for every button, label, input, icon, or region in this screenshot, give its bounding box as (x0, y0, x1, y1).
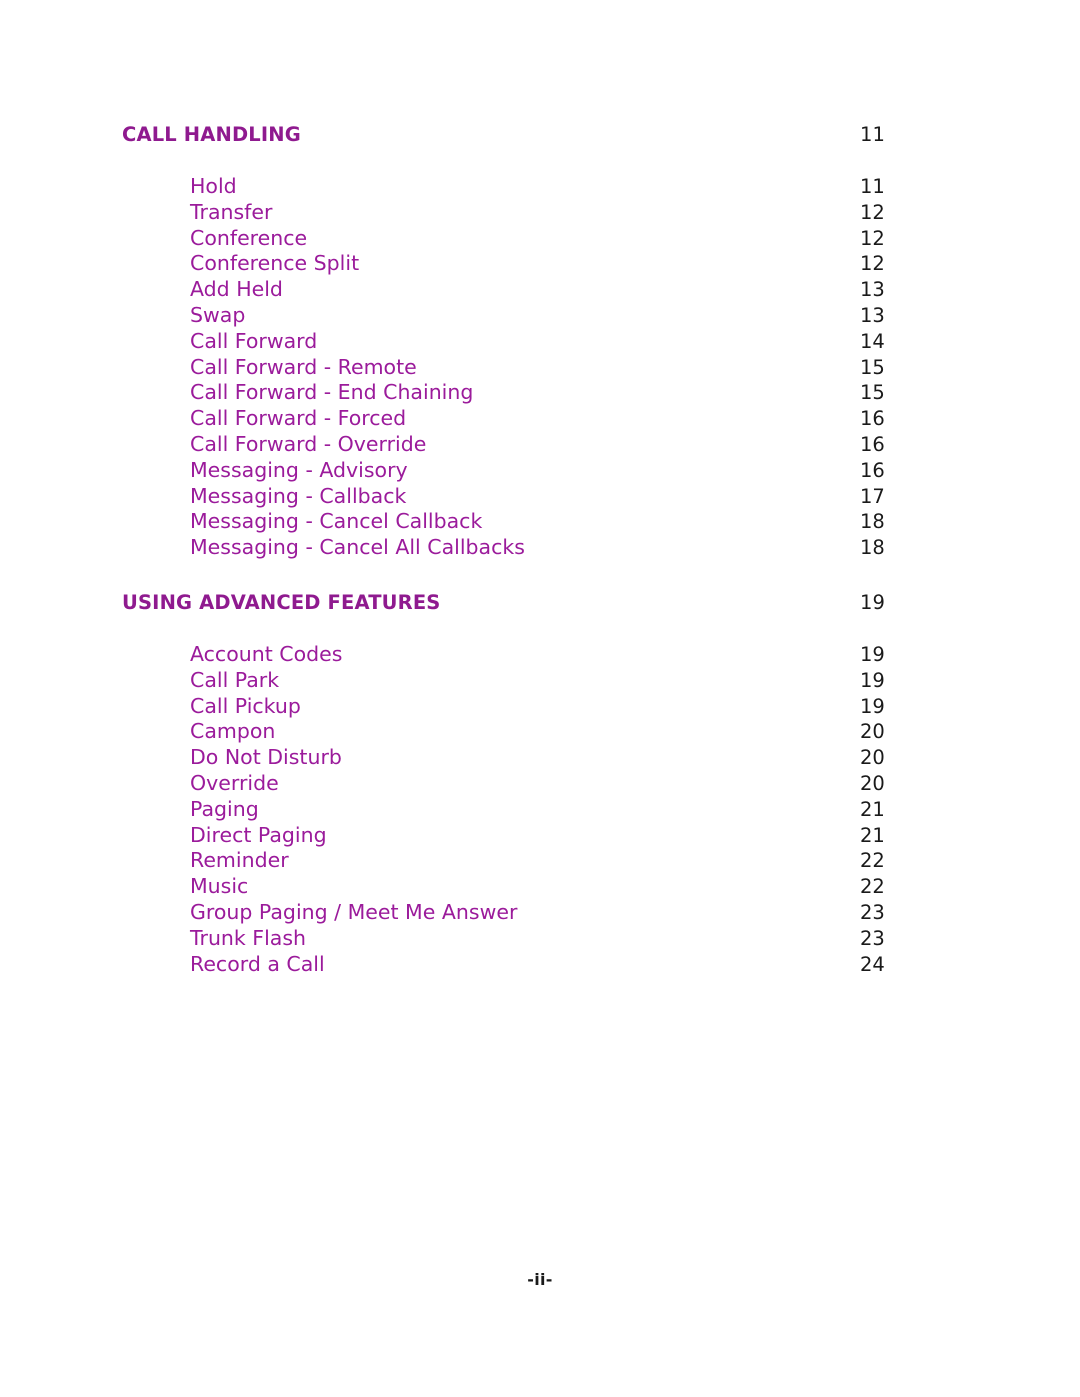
toc-entry[interactable]: Trunk Flash 23 (190, 926, 912, 952)
toc-entry-label: Messaging - Callback (190, 483, 407, 508)
toc-entry[interactable]: Add Held 13 (190, 277, 912, 303)
toc-section-page-number: 11 (860, 123, 886, 146)
toc-section-heading-label: CALL HANDLING (122, 123, 301, 146)
toc-entry-list: Hold 11 Transfer 12 Conference 12 Conference S… (122, 174, 912, 561)
toc-entry-label: Call Forward - Forced (190, 406, 407, 431)
toc-entry-page-number: 13 (860, 303, 885, 327)
toc-entry-page-number: 18 (860, 510, 885, 534)
table-of-contents: CALL HANDLING 11 Hold 11 Transfer 12 Conferenc… (122, 122, 912, 977)
document-page: CALL HANDLING 11 Hold 11 Transfer 12 Conferenc… (0, 0, 1080, 1397)
toc-entry-page-number: 20 (860, 720, 885, 744)
toc-entry[interactable]: Call Pickup 19 (190, 694, 912, 720)
toc-entry-label: Call Pickup (190, 693, 301, 718)
toc-entry-page-number: 15 (860, 355, 885, 379)
toc-entry[interactable]: Record a Call 24 (190, 952, 912, 978)
toc-entry-page-number: 15 (860, 381, 885, 405)
toc-section-page-number: 19 (860, 590, 886, 614)
toc-entry[interactable]: Direct Paging 21 (190, 823, 912, 849)
toc-entry-page-number: 21 (860, 797, 885, 821)
toc-entry-page-number: 19 (860, 694, 885, 718)
toc-entry[interactable]: Messaging - Callback 17 (190, 484, 912, 510)
toc-entry-label: Add Held (190, 277, 283, 302)
toc-entry[interactable]: Music 22 (190, 874, 912, 900)
toc-entry-page-number: 14 (860, 329, 885, 353)
toc-entry-label: Messaging - Advisory (190, 457, 408, 482)
toc-entry[interactable]: Call Forward - Forced 16 (190, 406, 912, 432)
toc-entry[interactable]: Conference 12 (190, 226, 912, 252)
toc-entry-label: Record a Call (190, 951, 325, 976)
toc-entry[interactable]: Campon 20 (190, 719, 912, 745)
toc-entry-page-number: 19 (860, 642, 885, 666)
toc-entry[interactable]: Hold 11 (190, 174, 912, 200)
toc-entry-page-number: 12 (860, 252, 885, 276)
toc-entry-page-number: 20 (860, 746, 885, 770)
toc-entry[interactable]: Account Codes 19 (190, 642, 912, 668)
toc-entry-page-number: 16 (860, 458, 885, 482)
toc-entry-page-number: 17 (860, 484, 885, 508)
toc-entry-list: Account Codes 19 Call Park 19 Call Pickup 19 C… (122, 642, 912, 977)
toc-entry[interactable]: Group Paging / Meet Me Answer 23 (190, 900, 912, 926)
toc-entry[interactable]: Messaging - Cancel All Callbacks 18 (190, 535, 912, 561)
toc-entry-label: Call Forward - End Chaining (190, 380, 474, 405)
toc-entry-label: Do Not Disturb (190, 745, 342, 770)
toc-section-heading[interactable]: USING ADVANCED FEATURES 19 (122, 590, 912, 616)
toc-entry[interactable]: Call Forward - End Chaining 15 (190, 380, 912, 406)
toc-entry-page-number: 16 (860, 432, 885, 456)
toc-entry-page-number: 20 (860, 771, 885, 795)
toc-entry-label: Messaging - Cancel Callback (190, 509, 483, 534)
toc-entry[interactable]: Call Park 19 (190, 668, 912, 694)
toc-section: CALL HANDLING 11 Hold 11 Transfer 12 Conferenc… (122, 122, 912, 561)
toc-entry-label: Messaging - Cancel All Callbacks (190, 535, 525, 560)
page-number-footer: -ii- (527, 1270, 553, 1289)
toc-entry[interactable]: Call Forward - Override 16 (190, 432, 912, 458)
toc-entry[interactable]: Do Not Disturb 20 (190, 745, 912, 771)
toc-entry-label: Music (190, 874, 249, 899)
toc-entry-label: Reminder (190, 848, 289, 873)
toc-entry-label: Call Forward - Remote (190, 354, 417, 379)
toc-entry[interactable]: Messaging - Advisory 16 (190, 458, 912, 484)
toc-section: USING ADVANCED FEATURES 19 Account Codes 19… (122, 590, 912, 977)
toc-entry[interactable]: Override 20 (190, 771, 912, 797)
toc-entry-page-number: 24 (860, 952, 885, 976)
toc-entry-page-number: 21 (860, 823, 885, 847)
toc-entry-label: Swap (190, 302, 246, 327)
toc-entry[interactable]: Call Forward - Remote 15 (190, 355, 912, 381)
toc-entry-page-number: 19 (860, 668, 885, 692)
toc-entry-page-number: 22 (860, 849, 885, 873)
toc-entry[interactable]: Transfer 12 (190, 200, 912, 226)
toc-entry-page-number: 23 (860, 900, 885, 924)
toc-entry-page-number: 12 (860, 226, 885, 250)
toc-entry-label: Conference (190, 225, 308, 250)
toc-entry[interactable]: Call Forward 14 (190, 329, 912, 355)
toc-entry-label: Group Paging / Meet Me Answer (190, 899, 518, 924)
toc-entry-label: Paging (190, 796, 259, 821)
toc-entry-label: Account Codes (190, 641, 343, 666)
toc-entry[interactable]: Reminder 22 (190, 848, 912, 874)
toc-entry[interactable]: Paging 21 (190, 797, 912, 823)
toc-entry-page-number: 11 (860, 175, 885, 198)
toc-entry-page-number: 12 (860, 200, 885, 224)
toc-entry-label: Call Forward - Override (190, 431, 427, 456)
toc-entry-page-number: 18 (860, 536, 885, 560)
toc-entry-page-number: 13 (860, 278, 885, 302)
toc-entry-label: Campon (190, 719, 276, 744)
toc-entry-label: Direct Paging (190, 822, 327, 847)
toc-entry-page-number: 23 (860, 926, 885, 950)
toc-entry-label: Transfer (190, 199, 273, 224)
toc-entry-label: Override (190, 770, 279, 795)
toc-entry-label: Call Forward (190, 328, 318, 353)
toc-entry-page-number: 16 (860, 407, 885, 431)
toc-section-heading-label: USING ADVANCED FEATURES (122, 590, 441, 614)
toc-section-heading[interactable]: CALL HANDLING 11 (122, 122, 912, 148)
toc-entry-page-number: 22 (860, 875, 885, 899)
toc-entry[interactable]: Conference Split 12 (190, 251, 912, 277)
toc-entry-label: Trunk Flash (190, 925, 307, 950)
toc-entry-label: Conference Split (190, 251, 360, 276)
toc-entry[interactable]: Messaging - Cancel Callback 18 (190, 509, 912, 535)
toc-entry-label: Call Park (190, 667, 280, 692)
toc-entry-label: Hold (190, 174, 237, 198)
toc-entry[interactable]: Swap 13 (190, 303, 912, 329)
